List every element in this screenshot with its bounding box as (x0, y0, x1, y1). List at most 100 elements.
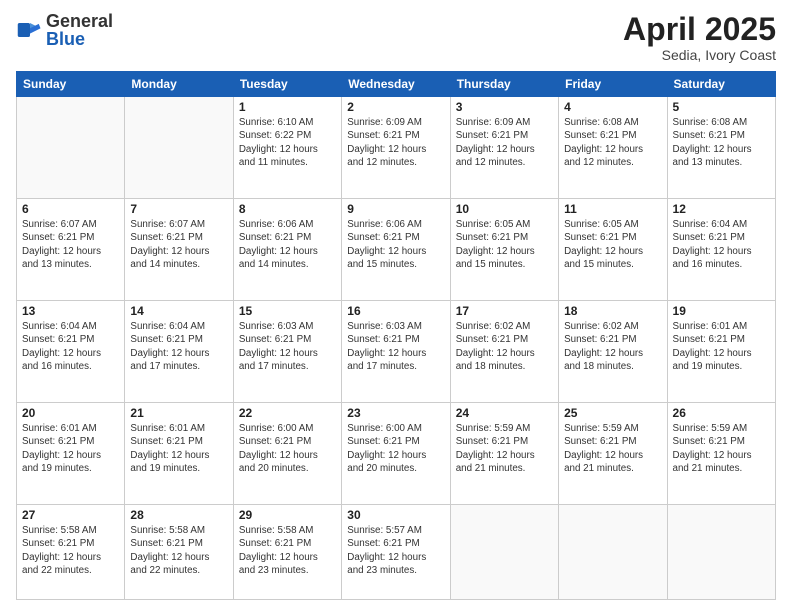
day-number: 8 (239, 202, 336, 216)
subtitle: Sedia, Ivory Coast (623, 47, 776, 63)
day-number: 3 (456, 100, 553, 114)
day-info: Sunrise: 6:06 AM Sunset: 6:21 PM Dayligh… (347, 218, 444, 271)
day-number: 2 (347, 100, 444, 114)
day-info: Sunrise: 6:08 AM Sunset: 6:21 PM Dayligh… (564, 116, 661, 169)
day-number: 6 (22, 202, 119, 216)
day-cell: 1 Sunrise: 6:10 AM Sunset: 6:22 PM Daylig… (233, 97, 341, 199)
day-info: Sunrise: 6:05 AM Sunset: 6:21 PM Dayligh… (456, 218, 553, 271)
day-cell: 19 Sunrise: 6:01 AM Sunset: 6:21 PM Dayli… (667, 301, 775, 403)
day-info: Sunrise: 5:59 AM Sunset: 6:21 PM Dayligh… (564, 422, 661, 475)
day-cell: 2 Sunrise: 6:09 AM Sunset: 6:21 PM Daylig… (342, 97, 450, 199)
week-row-2: 6 Sunrise: 6:07 AM Sunset: 6:21 PM Daylig… (17, 199, 776, 301)
day-info: Sunrise: 5:57 AM Sunset: 6:21 PM Dayligh… (347, 524, 444, 577)
day-cell: 29 Sunrise: 5:58 AM Sunset: 6:21 PM Dayli… (233, 505, 341, 600)
day-cell: 17 Sunrise: 6:02 AM Sunset: 6:21 PM Dayli… (450, 301, 558, 403)
day-info: Sunrise: 6:10 AM Sunset: 6:22 PM Dayligh… (239, 116, 336, 169)
day-number: 27 (22, 508, 119, 522)
page: General Blue April 2025 Sedia, Ivory Coa… (0, 0, 792, 612)
weekday-header-tuesday: Tuesday (233, 72, 341, 97)
day-info: Sunrise: 6:00 AM Sunset: 6:21 PM Dayligh… (347, 422, 444, 475)
day-number: 10 (456, 202, 553, 216)
day-number: 13 (22, 304, 119, 318)
weekday-header-sunday: Sunday (17, 72, 125, 97)
day-cell (450, 505, 558, 600)
day-info: Sunrise: 6:02 AM Sunset: 6:21 PM Dayligh… (456, 320, 553, 373)
day-number: 20 (22, 406, 119, 420)
day-number: 7 (130, 202, 227, 216)
logo-general: General (46, 12, 113, 30)
day-info: Sunrise: 5:58 AM Sunset: 6:21 PM Dayligh… (239, 524, 336, 577)
day-info: Sunrise: 5:59 AM Sunset: 6:21 PM Dayligh… (673, 422, 770, 475)
weekday-header-wednesday: Wednesday (342, 72, 450, 97)
day-cell: 23 Sunrise: 6:00 AM Sunset: 6:21 PM Dayli… (342, 403, 450, 505)
day-number: 17 (456, 304, 553, 318)
day-number: 21 (130, 406, 227, 420)
day-number: 30 (347, 508, 444, 522)
day-cell: 11Sunrise: 6:05 AM Sunset: 6:21 PM Dayli… (559, 199, 667, 301)
day-cell: 26 Sunrise: 5:59 AM Sunset: 6:21 PM Dayli… (667, 403, 775, 505)
day-info: Sunrise: 6:06 AM Sunset: 6:21 PM Dayligh… (239, 218, 336, 271)
day-number: 24 (456, 406, 553, 420)
day-cell: 13 Sunrise: 6:04 AM Sunset: 6:21 PM Dayli… (17, 301, 125, 403)
title-block: April 2025 Sedia, Ivory Coast (623, 12, 776, 63)
day-cell (667, 505, 775, 600)
day-number: 29 (239, 508, 336, 522)
logo: General Blue (16, 12, 113, 48)
day-number: 16 (347, 304, 444, 318)
day-info: Sunrise: 6:02 AM Sunset: 6:21 PM Dayligh… (564, 320, 661, 373)
week-row-4: 20 Sunrise: 6:01 AM Sunset: 6:21 PM Dayli… (17, 403, 776, 505)
day-info: Sunrise: 6:01 AM Sunset: 6:21 PM Dayligh… (130, 422, 227, 475)
weekday-header-monday: Monday (125, 72, 233, 97)
day-number: 12 (673, 202, 770, 216)
day-number: 19 (673, 304, 770, 318)
day-info: Sunrise: 6:09 AM Sunset: 6:21 PM Dayligh… (347, 116, 444, 169)
day-cell: 9 Sunrise: 6:06 AM Sunset: 6:21 PM Daylig… (342, 199, 450, 301)
day-info: Sunrise: 6:08 AM Sunset: 6:21 PM Dayligh… (673, 116, 770, 169)
calendar: SundayMondayTuesdayWednesdayThursdayFrid… (16, 71, 776, 600)
day-cell (125, 97, 233, 199)
day-cell: 10 Sunrise: 6:05 AM Sunset: 6:21 PM Dayli… (450, 199, 558, 301)
day-info: Sunrise: 6:03 AM Sunset: 6:21 PM Dayligh… (347, 320, 444, 373)
day-cell: 30 Sunrise: 5:57 AM Sunset: 6:21 PM Dayli… (342, 505, 450, 600)
logo-blue: Blue (46, 30, 113, 48)
day-number: 4 (564, 100, 661, 114)
weekday-header-saturday: Saturday (667, 72, 775, 97)
day-cell: 18Sunrise: 6:02 AM Sunset: 6:21 PM Dayli… (559, 301, 667, 403)
day-info: Sunrise: 6:07 AM Sunset: 6:21 PM Dayligh… (130, 218, 227, 271)
week-row-3: 13 Sunrise: 6:04 AM Sunset: 6:21 PM Dayli… (17, 301, 776, 403)
day-info: Sunrise: 6:07 AM Sunset: 6:21 PM Dayligh… (22, 218, 119, 271)
day-cell: 4 Sunrise: 6:08 AM Sunset: 6:21 PM Daylig… (559, 97, 667, 199)
week-row-1: 1 Sunrise: 6:10 AM Sunset: 6:22 PM Daylig… (17, 97, 776, 199)
day-cell: 3Sunrise: 6:09 AM Sunset: 6:21 PM Daylig… (450, 97, 558, 199)
day-number: 9 (347, 202, 444, 216)
day-number: 14 (130, 304, 227, 318)
day-cell: 16 Sunrise: 6:03 AM Sunset: 6:21 PM Dayli… (342, 301, 450, 403)
day-cell: 6 Sunrise: 6:07 AM Sunset: 6:21 PM Daylig… (17, 199, 125, 301)
day-info: Sunrise: 6:01 AM Sunset: 6:21 PM Dayligh… (673, 320, 770, 373)
day-cell: 25 Sunrise: 5:59 AM Sunset: 6:21 PM Dayli… (559, 403, 667, 505)
weekday-header-friday: Friday (559, 72, 667, 97)
logo-text: General Blue (46, 12, 113, 48)
day-info: Sunrise: 6:04 AM Sunset: 6:21 PM Dayligh… (22, 320, 119, 373)
day-info: Sunrise: 6:05 AM Sunset: 6:21 PM Dayligh… (564, 218, 661, 271)
day-info: Sunrise: 6:00 AM Sunset: 6:21 PM Dayligh… (239, 422, 336, 475)
day-info: Sunrise: 5:58 AM Sunset: 6:21 PM Dayligh… (22, 524, 119, 577)
day-number: 23 (347, 406, 444, 420)
day-info: Sunrise: 6:03 AM Sunset: 6:21 PM Dayligh… (239, 320, 336, 373)
day-cell: 12 Sunrise: 6:04 AM Sunset: 6:21 PM Dayli… (667, 199, 775, 301)
day-cell (17, 97, 125, 199)
logo-icon (16, 16, 44, 44)
day-cell: 15Sunrise: 6:03 AM Sunset: 6:21 PM Dayli… (233, 301, 341, 403)
day-info: Sunrise: 6:04 AM Sunset: 6:21 PM Dayligh… (673, 218, 770, 271)
day-cell: 28Sunrise: 5:58 AM Sunset: 6:21 PM Dayli… (125, 505, 233, 600)
day-info: Sunrise: 6:04 AM Sunset: 6:21 PM Dayligh… (130, 320, 227, 373)
day-number: 25 (564, 406, 661, 420)
day-cell: 24 Sunrise: 5:59 AM Sunset: 6:21 PM Dayli… (450, 403, 558, 505)
main-title: April 2025 (623, 12, 776, 47)
day-number: 1 (239, 100, 336, 114)
day-cell: 21 Sunrise: 6:01 AM Sunset: 6:21 PM Dayli… (125, 403, 233, 505)
day-cell: 5Sunrise: 6:08 AM Sunset: 6:21 PM Daylig… (667, 97, 775, 199)
day-number: 26 (673, 406, 770, 420)
day-info: Sunrise: 5:59 AM Sunset: 6:21 PM Dayligh… (456, 422, 553, 475)
weekday-header-row: SundayMondayTuesdayWednesdayThursdayFrid… (17, 72, 776, 97)
